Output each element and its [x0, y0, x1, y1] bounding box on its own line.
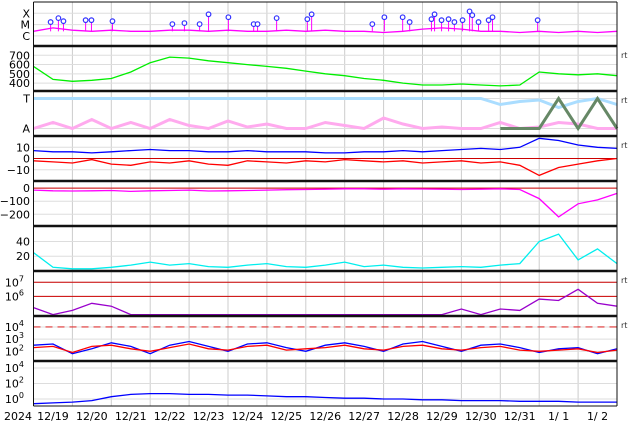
flare-marker [438, 17, 445, 24]
panel-dst: 0−100−200 [0, 179, 618, 226]
x-tick-label: 12/28 [387, 410, 419, 423]
y-tick-exponent: 7 [19, 274, 24, 283]
flare-marker [225, 14, 232, 21]
flare-marker [55, 15, 62, 22]
flare-marker [459, 17, 466, 24]
y-tick-exponent: 4 [19, 319, 24, 328]
panel-xray: CMX [21, 1, 618, 46]
flare-marker [109, 18, 116, 25]
flare-marker [181, 20, 188, 26]
space-weather-chart: CMX400500600700 rtTArt100−10rt0−100−20020… [0, 1, 627, 423]
flare-marker [169, 21, 176, 28]
realtime-label: rt [621, 276, 627, 285]
flare-marker [60, 18, 67, 25]
series-line-density [33, 233, 618, 270]
y-tick-label: 104 [5, 360, 24, 375]
flare-marker [428, 16, 435, 23]
x-tick-label: 12/21 [115, 410, 147, 423]
flare-marker [381, 14, 388, 21]
flare-marker [406, 19, 413, 25]
y-tick-exponent: 0 [19, 391, 24, 400]
realtime-label: rt [621, 321, 627, 330]
series-line-proton-flux [33, 288, 618, 316]
y-tick-label: 100 [5, 391, 24, 406]
y-tick-label: A [22, 123, 30, 136]
panel-speed: 400500600700 rt [9, 44, 627, 91]
series-line-bz [33, 157, 618, 177]
x-tick-label: 12/29 [426, 410, 458, 423]
y-tick-label: 102 [5, 376, 24, 391]
y-tick-label: X [22, 7, 30, 20]
flare-marker [489, 14, 496, 21]
x-tick-label: 12/27 [348, 410, 380, 423]
y-tick-label: −100 [0, 195, 30, 208]
x-tick-label: 1/ 1 [548, 410, 569, 423]
flare-marker [196, 21, 203, 28]
panel-electron: 102103104 rt [5, 314, 627, 361]
y-tick-label: 107 [5, 274, 24, 289]
flare-marker [254, 21, 261, 28]
x-tick-label: 12/19 [37, 410, 69, 423]
series-line-solar-wind-speed [33, 56, 618, 87]
y-tick-label: −10 [7, 164, 30, 177]
y-tick-label: C [22, 30, 30, 43]
flare-marker [273, 15, 280, 22]
flare-marker [431, 11, 438, 18]
flare-marker [445, 16, 452, 23]
y-tick-exponent: 2 [19, 343, 24, 352]
flare-marker [369, 21, 376, 28]
x-tick-label: 1/ 2 [587, 410, 608, 423]
y-tick-exponent: 2 [19, 376, 24, 385]
y-tick-label: 700 [9, 49, 30, 62]
flare-marker [308, 11, 315, 18]
series-line-dst [33, 188, 618, 218]
y-tick-label: 40 [16, 235, 30, 248]
y-tick-label: 106 [5, 288, 24, 303]
x-tick-label: 12/26 [309, 410, 341, 423]
panel-imf: 100−10rt [7, 134, 627, 181]
x-tick-label: 2024 [4, 410, 32, 423]
realtime-label: rt [621, 96, 627, 105]
flare-marker [82, 17, 89, 24]
flare-marker [534, 17, 541, 24]
panel-imf-sector: T Art [22, 89, 627, 136]
x-tick-label: 12/30 [465, 410, 497, 423]
x-tick-label: 12/22 [154, 410, 186, 423]
x-tick-label: 12/23 [193, 410, 225, 423]
flare-marker [399, 14, 406, 21]
panel-density: 2040 [16, 224, 618, 271]
y-tick-exponent: 6 [19, 288, 24, 297]
flare-marker [475, 19, 482, 25]
flare-marker [205, 11, 212, 18]
panel-fluence: 100102104 [5, 359, 617, 406]
realtime-label: rt [621, 141, 627, 150]
y-tick-exponent: 4 [19, 360, 24, 369]
flare-marker [304, 16, 311, 23]
realtime-label: rt [621, 51, 627, 60]
y-tick-label: 0 [23, 182, 30, 195]
panel-proton: 106107 rt [5, 269, 627, 316]
flare-marker [88, 17, 95, 24]
x-tick-label: 12/24 [232, 410, 264, 423]
x-tick-label: 12/25 [270, 410, 302, 423]
series-line-bt [33, 137, 618, 154]
y-tick-exponent: 3 [19, 331, 24, 340]
series-line-toward [33, 96, 618, 110]
x-tick-label: 12/20 [76, 410, 108, 423]
y-tick-label: −200 [0, 208, 30, 221]
y-tick-label: T [22, 93, 30, 106]
y-tick-label: 20 [16, 250, 30, 263]
flare-marker [469, 12, 476, 19]
series-line-away [33, 116, 617, 131]
series-line-x-ray-flux [33, 27, 618, 34]
x-tick-label: 12/31 [504, 410, 536, 423]
flare-marker [451, 19, 458, 25]
y-tick-label: M [21, 19, 31, 32]
flare-marker [47, 19, 54, 25]
